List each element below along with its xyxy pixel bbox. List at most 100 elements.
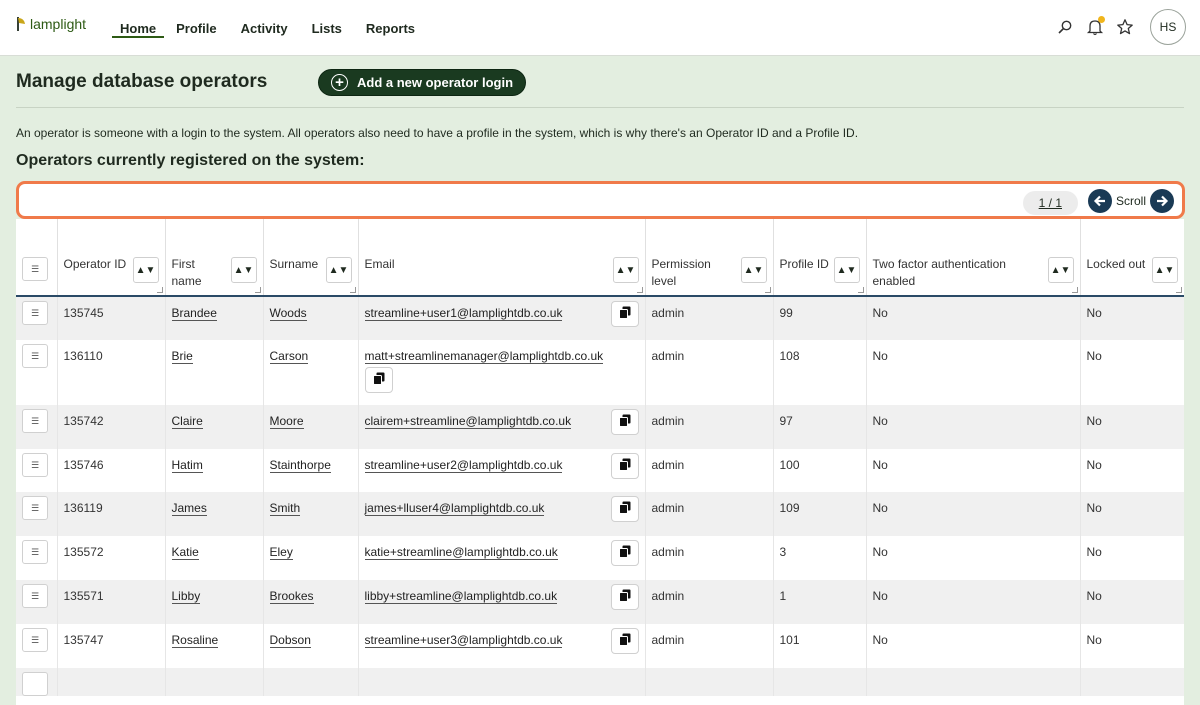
page-title: Manage database operators xyxy=(16,71,268,92)
email-link[interactable]: clairem+streamline@lamplightdb.co.uk xyxy=(364,414,572,429)
surname-link[interactable]: Woods xyxy=(269,306,307,321)
cell-permission: admin xyxy=(645,340,774,405)
table-row[interactable]: ☰ 136110 Brie Carson matt+streamlinemanager@… xyxy=(16,340,1184,405)
nav-home[interactable]: Home xyxy=(112,0,165,56)
copy-email-button[interactable] xyxy=(364,367,393,393)
surname-link[interactable]: Moore xyxy=(269,414,304,429)
column-resize-handle[interactable] xyxy=(636,287,643,293)
sort-button[interactable]: ▲▼ xyxy=(1151,257,1178,283)
row-menu-button[interactable]: ☰ xyxy=(22,453,48,477)
nav-reports[interactable]: Reports xyxy=(366,0,415,56)
copy-email-button[interactable] xyxy=(610,496,639,522)
surname-link[interactable]: Eley xyxy=(269,545,293,560)
row-menu-button[interactable]: ☰ xyxy=(22,301,48,325)
email-link[interactable]: matt+streamlinemanager@lamplightdb.co.uk xyxy=(364,349,604,364)
column-header-label: First name xyxy=(171,257,202,288)
row-menu-button[interactable]: ☰ xyxy=(22,409,48,433)
surname-link[interactable]: Carson xyxy=(269,349,309,364)
nav-activity[interactable]: Activity xyxy=(241,0,288,56)
table-row[interactable]: ☰ 135742 Claire Moore clairem+streamline@lam… xyxy=(16,405,1184,449)
copy-email-button[interactable] xyxy=(610,453,639,479)
copy-email-button[interactable] xyxy=(610,584,639,610)
column-resize-handle[interactable] xyxy=(764,287,771,293)
first-name-link[interactable]: Libby xyxy=(171,589,201,604)
pagination-indicator[interactable]: 1 / 1 xyxy=(1022,191,1078,215)
surname-link[interactable]: Brookes xyxy=(269,589,314,604)
copy-email-button[interactable] xyxy=(610,301,639,327)
copy-icon xyxy=(618,414,631,430)
scroll-left-button[interactable] xyxy=(1087,189,1112,213)
row-menu-button[interactable]: ☰ xyxy=(22,540,48,564)
column-header-label: Locked out xyxy=(1086,257,1146,271)
table-row[interactable]: ☰ 135571 Libby Brookes libby+streamline@lamp… xyxy=(16,580,1184,624)
cell-locked-out: No xyxy=(1080,296,1184,340)
first-name-link[interactable]: Katie xyxy=(171,545,199,560)
sort-button[interactable]: ▲▼ xyxy=(612,257,639,283)
email-link[interactable]: james+lluser4@lamplightdb.co.uk xyxy=(364,501,545,516)
first-name-link[interactable]: James xyxy=(171,501,207,516)
sort-button[interactable]: ▲▼ xyxy=(740,257,767,283)
copy-email-button[interactable] xyxy=(610,540,639,566)
arrow-right-icon xyxy=(1157,195,1169,207)
table-header-row: ☰ Operator ID ▲▼ First name ▲▼ Surname ▲▼ Emai… xyxy=(16,219,1184,297)
row-menu-button[interactable]: ☰ xyxy=(22,496,48,520)
column-resize-handle[interactable] xyxy=(857,287,864,293)
column-resize-handle[interactable] xyxy=(254,287,261,293)
column-resize-handle[interactable] xyxy=(349,287,356,293)
sort-button[interactable]: ▲▼ xyxy=(1047,257,1074,283)
sort-button[interactable]: ▲▼ xyxy=(132,257,159,283)
email-link[interactable]: streamline+user1@lamplightdb.co.uk xyxy=(364,306,563,321)
table-row[interactable]: ☰ 135747 Rosaline Dobson streamline+user3@la… xyxy=(16,624,1184,668)
surname-link[interactable]: Smith xyxy=(269,501,301,516)
first-name-link[interactable]: Rosaline xyxy=(171,633,219,648)
row-menu-button[interactable]: ☰ xyxy=(22,584,48,608)
column-resize-handle[interactable] xyxy=(156,287,163,293)
column-header-operator-id: Operator ID ▲▼ xyxy=(57,219,166,297)
cell-profile-id: 1 xyxy=(773,580,867,624)
sort-button[interactable]: ▲▼ xyxy=(230,257,257,283)
avatar[interactable]: HS xyxy=(1150,9,1186,45)
surname-link[interactable]: Dobson xyxy=(269,633,311,648)
first-name-link[interactable]: Brandee xyxy=(171,306,217,321)
cell-locked-out: No xyxy=(1080,449,1184,492)
sort-button[interactable]: ▲▼ xyxy=(833,257,860,283)
table-row[interactable]: ☰ 135746 Hatim Stainthorpe streamline+user2@… xyxy=(16,449,1184,492)
logo[interactable]: lamplight xyxy=(16,14,86,34)
copy-email-button[interactable] xyxy=(610,409,639,435)
table-row[interactable]: ☰ 135572 Katie Eley katie+streamline@lamplig… xyxy=(16,536,1184,580)
nav-lists[interactable]: Lists xyxy=(312,0,342,56)
cell-operator-id: 136110 xyxy=(57,340,166,405)
cell-surname: Dobson xyxy=(263,624,359,668)
column-resize-handle[interactable] xyxy=(1071,287,1078,293)
first-name-link[interactable]: Hatim xyxy=(171,458,203,473)
email-link[interactable]: streamline+user2@lamplightdb.co.uk xyxy=(364,458,563,473)
cell-first-name: Claire xyxy=(165,405,264,449)
first-name-link[interactable]: Claire xyxy=(171,414,203,429)
cell-profile-id: 101 xyxy=(773,624,867,668)
row-menu-button[interactable]: ☰ xyxy=(22,628,48,652)
copy-icon xyxy=(618,458,631,474)
surname-link[interactable]: Stainthorpe xyxy=(269,458,331,473)
star-icon[interactable] xyxy=(1112,14,1138,40)
search-icon[interactable] xyxy=(1052,14,1078,40)
nav-profile[interactable]: Profile xyxy=(176,0,216,56)
column-resize-handle[interactable] xyxy=(1175,287,1182,293)
add-operator-button[interactable]: + Add a new operator login xyxy=(318,69,527,96)
copy-email-button[interactable] xyxy=(610,628,639,654)
column-menu-button[interactable]: ☰ xyxy=(22,257,48,281)
row-menu-button[interactable] xyxy=(22,672,48,696)
scroll-right-button[interactable] xyxy=(1150,189,1174,213)
row-menu-cell: ☰ xyxy=(16,296,58,340)
cell-locked-out: No xyxy=(1080,492,1184,536)
table-row[interactable]: ☰ 136119 James Smith james+lluser4@lamplight… xyxy=(16,492,1184,536)
email-link[interactable]: libby+streamline@lamplightdb.co.uk xyxy=(364,589,558,604)
cell-operator-id: 135571 xyxy=(57,580,166,624)
cell-permission: admin xyxy=(645,580,774,624)
table-row[interactable]: ☰ 135745 Brandee Woods streamline+user1@lamp… xyxy=(16,296,1184,340)
email-link[interactable]: katie+streamline@lamplightdb.co.uk xyxy=(364,545,558,560)
row-menu-button[interactable]: ☰ xyxy=(22,344,48,368)
sort-button[interactable]: ▲▼ xyxy=(325,257,352,283)
first-name-link[interactable]: Brie xyxy=(171,349,193,364)
email-link[interactable]: streamline+user3@lamplightdb.co.uk xyxy=(364,633,563,648)
bell-icon[interactable] xyxy=(1082,14,1108,40)
